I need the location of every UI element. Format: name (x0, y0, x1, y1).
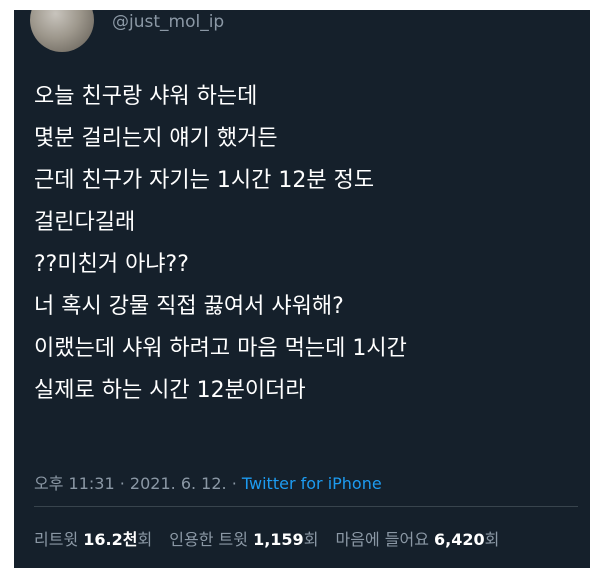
tweet-line: 근데 친구가 자기는 1시간 12분 정도 (34, 168, 375, 193)
likes-count: 6,420 (434, 530, 485, 549)
likes-label: 마음에 들어요 (335, 530, 429, 549)
tweet-time[interactable]: 오후 11:31 (34, 474, 115, 493)
retweets-unit: 회 (137, 530, 153, 549)
tweet-line: 오늘 친구랑 샤워 하는데 (34, 84, 258, 109)
tweet-line: 실제로 하는 시간 12분이더라 (34, 378, 306, 403)
retweets-count: 16.2천 (83, 530, 138, 549)
tweet-date[interactable]: 2021. 6. 12. (130, 474, 227, 493)
tweet-line: 걸린다길래 (34, 210, 136, 235)
tweet-text: 오늘 친구랑 샤워 하는데 몇분 걸리는지 얘기 했거든 근데 친구가 자기는 … (34, 76, 580, 412)
divider (34, 506, 578, 507)
author-handle[interactable]: @just_mol_ip (112, 12, 224, 32)
quote-tweets-unit: 회 (303, 530, 319, 549)
tweet-line: 몇분 걸리는지 얘기 했거든 (34, 126, 278, 151)
tweet-line: ??미친거 아냐?? (34, 252, 189, 277)
retweets-stat[interactable]: 리트윗 16.2천회 (34, 530, 157, 549)
tweet-line: 이랬는데 샤워 하려고 마음 먹는데 1시간 (34, 336, 407, 361)
retweets-label: 리트윗 (34, 530, 79, 549)
avatar[interactable] (30, 10, 94, 52)
tweet-line: 너 혹시 강물 직접 끓여서 샤워해? (34, 294, 344, 319)
likes-unit: 회 (484, 530, 500, 549)
tweet-card: @just_mol_ip 오늘 친구랑 샤워 하는데 몇분 걸리는지 얘기 했거… (14, 10, 590, 568)
quote-tweets-count: 1,159 (253, 530, 304, 549)
likes-stat[interactable]: 마음에 들어요 6,420회 (336, 530, 500, 549)
engagement-stats: 리트윗 16.2천회 인용한 트윗 1,159회 마음에 들어요 6,420회 (34, 526, 511, 550)
quote-tweets-label: 인용한 트윗 (169, 530, 248, 549)
quote-tweets-stat[interactable]: 인용한 트윗 1,159회 (169, 530, 323, 549)
tweet-metadata: 오후 11:31 · 2021. 6. 12. · Twitter for iP… (34, 470, 382, 494)
meta-separator: · (119, 474, 125, 493)
meta-separator: · (231, 474, 237, 493)
tweet-source-link[interactable]: Twitter for iPhone (242, 474, 382, 493)
